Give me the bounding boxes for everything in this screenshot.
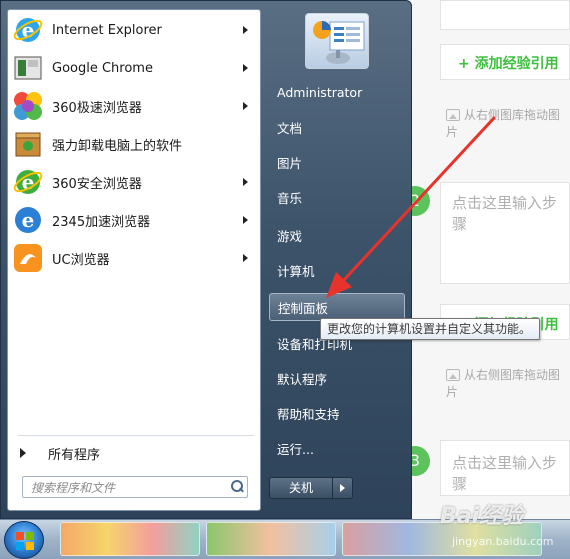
taskbar-app-button[interactable] [60, 522, 200, 556]
watermark-url: jingyan.baidu.com [452, 535, 554, 548]
watermark-logo: Bai经验 [440, 504, 524, 529]
start-button[interactable] [4, 521, 44, 559]
taskbar-app-button[interactable] [206, 522, 336, 556]
windows-logo-icon [16, 532, 34, 550]
red-arrow-annotation [326, 116, 496, 298]
